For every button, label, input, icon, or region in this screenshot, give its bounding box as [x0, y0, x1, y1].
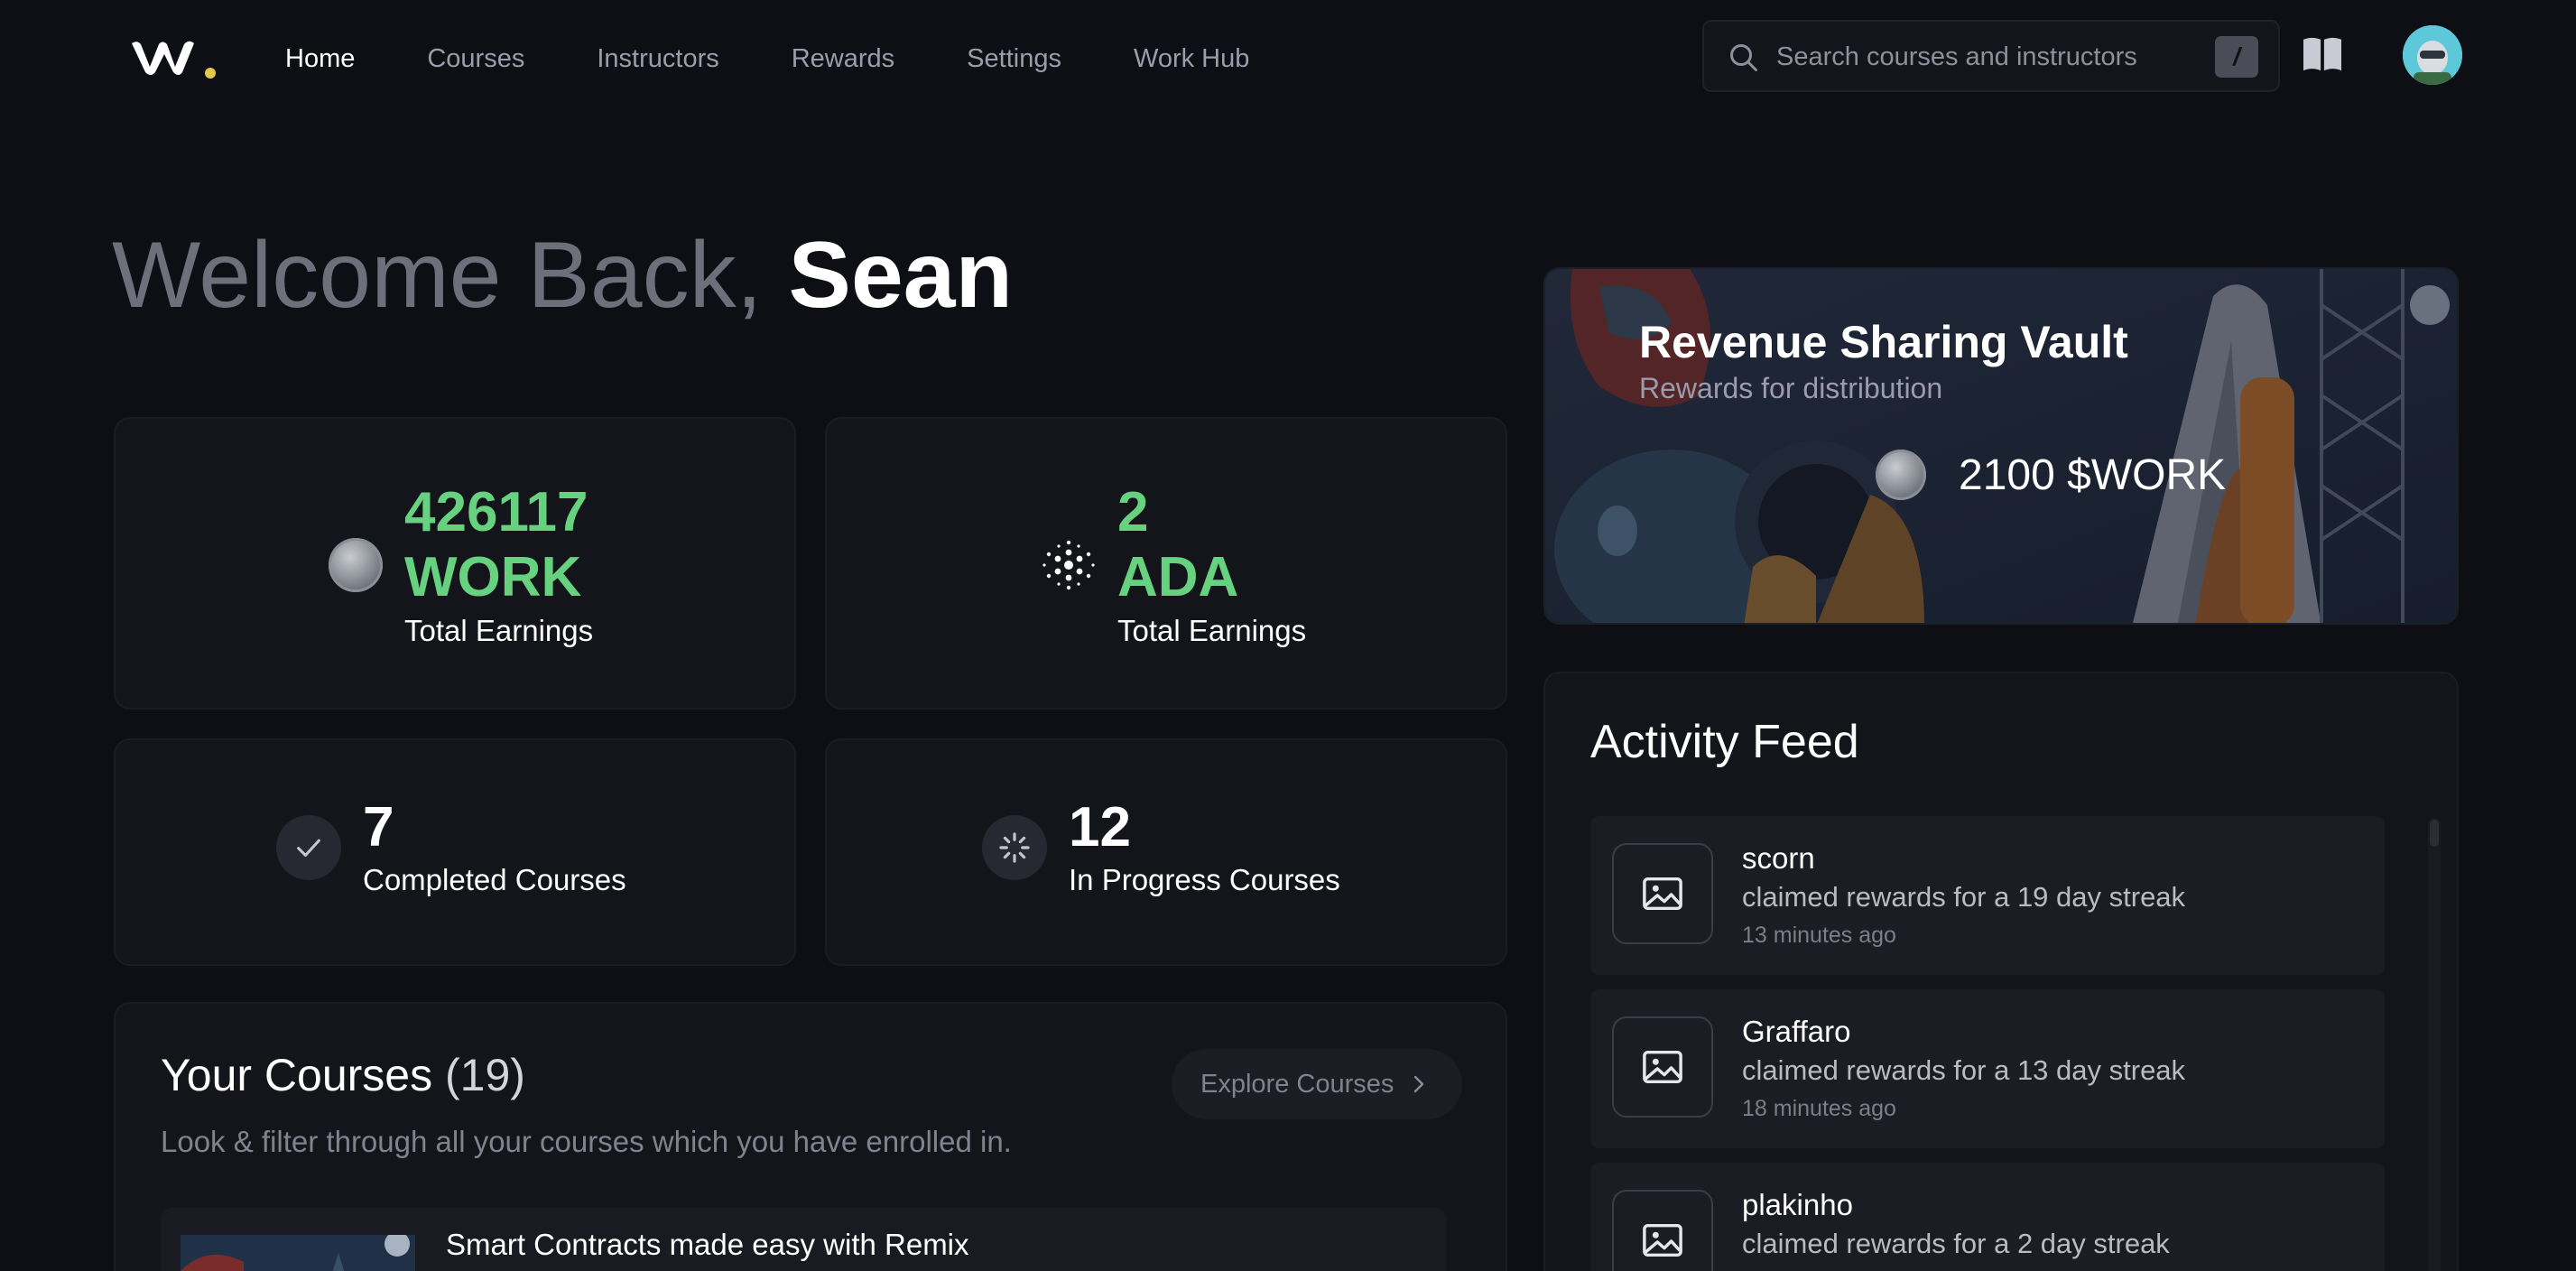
nav-rewards[interactable]: Rewards [792, 40, 894, 78]
in-progress-count: 12 [1069, 796, 1131, 858]
in-progress-label: In Progress Courses [1069, 863, 1340, 896]
search-icon [1730, 44, 1757, 71]
nav-work-hub[interactable]: Work Hub [1134, 40, 1249, 78]
search-box[interactable]: / [1702, 20, 2280, 92]
explore-courses-button[interactable]: Explore Courses [1172, 1049, 1462, 1119]
activity-time: 13 minutes ago [1742, 923, 1896, 948]
vault-amount-row: 2100 $WORK [1876, 450, 2226, 500]
work-label: Total Earnings [404, 614, 594, 647]
your-courses-panel: Your Courses (19) Look & filter through … [114, 1002, 1507, 1271]
completed-label: Completed Courses [363, 863, 626, 896]
work-coin-icon [1876, 450, 1926, 500]
activity-description: claimed rewards for a 19 day streak [1742, 881, 2186, 913]
activity-scrollbar-thumb[interactable] [2430, 820, 2439, 847]
courses-title: Your Courses [161, 1050, 433, 1100]
courses-heading: Your Courses (19) [161, 1047, 525, 1103]
search-input[interactable] [1776, 38, 2173, 76]
activity-feed-title: Activity Feed [1590, 716, 1859, 768]
activity-scrollbar[interactable] [2428, 818, 2441, 1271]
activity-item[interactable]: Graffaro claimed rewards for a 13 day st… [1590, 989, 2385, 1148]
activity-item[interactable]: plakinho claimed rewards for a 2 day str… [1590, 1163, 2385, 1271]
avatar-image [2403, 25, 2462, 85]
activity-user: Graffaro [1742, 1015, 1851, 1048]
course-thumbnail [181, 1231, 415, 1271]
chevron-right-icon [1414, 1075, 1424, 1093]
logo[interactable] [128, 36, 218, 81]
work-unit: WORK [404, 546, 582, 608]
courses-subtitle: Look & filter through all your courses w… [161, 1125, 1012, 1158]
completed-courses-card: 7 Completed Courses [114, 738, 796, 966]
activity-description: claimed rewards for a 2 day streak [1742, 1228, 2170, 1259]
activity-user: scorn [1742, 841, 1815, 875]
completed-count: 7 [363, 796, 394, 858]
image-placeholder-icon [1612, 1190, 1713, 1271]
top-nav: Home Courses Instructors Rewards Setting… [0, 0, 2576, 117]
greeting-prefix: Welcome Back, [112, 223, 763, 328]
courses-count: (19) [445, 1050, 525, 1100]
image-placeholder-icon [1612, 843, 1713, 944]
vault-title: Revenue Sharing Vault [1639, 317, 2128, 367]
work-amount: 426117 [404, 481, 588, 543]
ada-label: Total Earnings [1117, 614, 1307, 647]
course-list-item[interactable]: Smart Contracts made easy with Remix [161, 1208, 1446, 1271]
activity-description: claimed rewards for a 13 day streak [1742, 1054, 2186, 1086]
activity-item[interactable]: scorn claimed rewards for a 19 day strea… [1590, 816, 2385, 975]
work-earnings-card: 426117 WORK Total Earnings [114, 417, 796, 710]
ada-unit: ADA [1117, 546, 1239, 608]
nav-instructors[interactable]: Instructors [597, 40, 718, 78]
loading-spinner-icon [982, 815, 1047, 880]
greeting-name: Sean [788, 223, 1014, 328]
revenue-sharing-vault-card[interactable]: Revenue Sharing Vault Rewards for distri… [1543, 267, 2459, 625]
ada-amount: 2 [1117, 481, 1149, 543]
page-title: Welcome Back, Sean [112, 217, 1013, 334]
vault-amount: 2100 $WORK [1959, 450, 2227, 499]
vault-subtitle: Rewards for distribution [1639, 372, 1943, 404]
cardano-icon [1042, 540, 1095, 590]
search-shortcut-badge: / [2215, 36, 2258, 78]
explore-courses-label: Explore Courses [1200, 1069, 1395, 1099]
work-coin-icon [329, 538, 383, 592]
activity-feed-panel: Activity Feed scorn claimed rewards for … [1543, 672, 2459, 1271]
image-placeholder-icon [1612, 1016, 1713, 1118]
course-title: Smart Contracts made easy with Remix [446, 1228, 969, 1261]
ada-earnings-card: 2 ADA Total Earnings [825, 417, 1507, 710]
nav-courses[interactable]: Courses [427, 40, 524, 78]
in-progress-courses-card: 12 In Progress Courses [825, 738, 1507, 966]
nav-home[interactable]: Home [285, 40, 355, 78]
book-icon[interactable] [2302, 34, 2343, 72]
activity-user: plakinho [1742, 1188, 1853, 1221]
check-icon [276, 815, 341, 880]
activity-time: 18 minutes ago [1742, 1096, 1896, 1121]
nav-settings[interactable]: Settings [967, 40, 1061, 78]
avatar[interactable] [2403, 25, 2462, 85]
